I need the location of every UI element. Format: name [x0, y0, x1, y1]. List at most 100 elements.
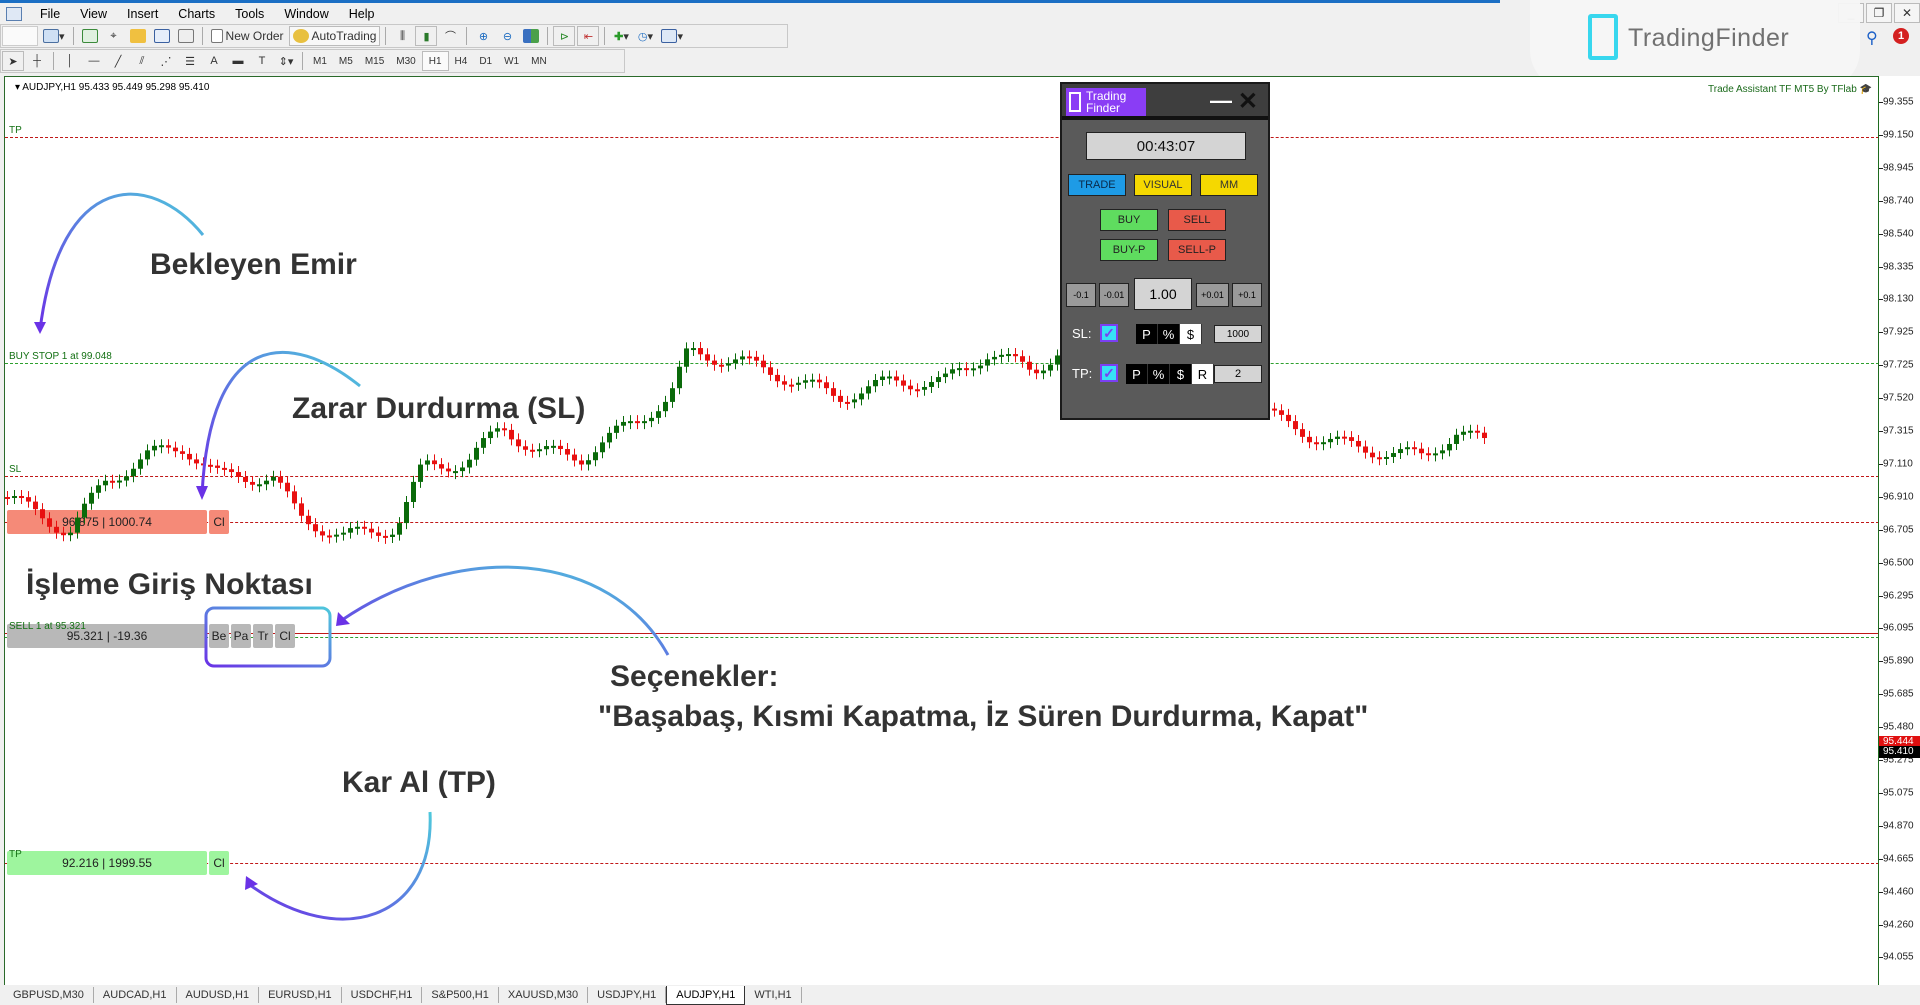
autotrading-button[interactable]: AutoTrading — [288, 26, 381, 46]
tp-mode-points[interactable]: P — [1126, 364, 1148, 384]
tab-visual[interactable]: VISUAL — [1134, 174, 1192, 196]
tf-MN[interactable]: MN — [525, 51, 553, 71]
tp-mode-dollar[interactable]: $ — [1170, 364, 1192, 384]
indicators-button[interactable]: ✚ ▾ — [610, 26, 632, 46]
lot-plus-0.1-button[interactable]: +0.1 — [1232, 283, 1262, 307]
templates-button[interactable]: ▾ — [658, 26, 686, 46]
tf-M15[interactable]: M15 — [359, 51, 390, 71]
sl-info-box[interactable]: 96.875 | 1000.74 — [7, 510, 207, 534]
strategy-tester-button[interactable] — [175, 26, 197, 46]
tp-mode-ratio[interactable]: R — [1192, 364, 1214, 384]
breakeven-button[interactable]: Be — [209, 624, 229, 648]
lot-minus-0.01-button[interactable]: -0.01 — [1099, 283, 1129, 307]
horizontal-line-tool[interactable]: — — [83, 51, 105, 71]
tp-target-line[interactable] — [5, 137, 1879, 138]
tp-info-box[interactable]: 92.216 | 1999.55 — [7, 851, 207, 875]
sl-mode-dollar[interactable]: $ — [1180, 324, 1202, 344]
bar-chart-button[interactable]: ⫼ — [391, 26, 413, 46]
buy-stop-line[interactable] — [5, 363, 1879, 364]
panel-close-button[interactable]: ✕ — [1238, 87, 1258, 116]
channel-tool[interactable]: ⫽ — [131, 51, 153, 71]
tp-mode-percent[interactable]: % — [1148, 364, 1170, 384]
symbol-tab[interactable]: AUDJPY,H1 — [666, 985, 746, 1005]
sl-mode-points[interactable]: P — [1136, 324, 1158, 344]
symbol-tab[interactable]: XAUUSD,M30 — [499, 987, 589, 1003]
tf-M30[interactable]: M30 — [390, 51, 421, 71]
menu-view[interactable]: View — [70, 7, 117, 21]
menu-file[interactable]: File — [30, 7, 70, 21]
tf-M5[interactable]: M5 — [333, 51, 359, 71]
crosshair-tool[interactable]: ┼ — [26, 51, 48, 71]
symbol-tab[interactable]: S&P500,H1 — [422, 987, 499, 1003]
tp-checkbox[interactable]: ✓ — [1100, 364, 1118, 382]
profile-selector[interactable] — [2, 26, 38, 46]
tf-M1[interactable]: M1 — [307, 51, 333, 71]
sell-button[interactable]: SELL — [1168, 209, 1226, 231]
sl-line[interactable] — [5, 522, 1879, 523]
sl-mode-percent[interactable]: % — [1158, 324, 1180, 344]
tile-windows-button[interactable] — [520, 26, 542, 46]
sl-checkbox[interactable]: ✓ — [1100, 324, 1118, 342]
market-watch-button[interactable] — [79, 26, 101, 46]
text-tool[interactable]: A — [203, 51, 225, 71]
line-chart-button[interactable]: ⌒ — [439, 26, 461, 46]
cursor-tool[interactable]: ➤ — [2, 51, 24, 71]
sell-pending-button[interactable]: SELL-P — [1168, 239, 1226, 261]
panel-header[interactable]: Trading Finder — ✕ — [1062, 84, 1268, 120]
tf-D1[interactable]: D1 — [473, 51, 498, 71]
menu-charts[interactable]: Charts — [168, 7, 225, 21]
zoom-in-button[interactable]: ⊕ — [472, 26, 494, 46]
notification-badge[interactable]: 1 — [1893, 28, 1909, 44]
fibo-retracement-tool[interactable]: ☰ — [179, 51, 201, 71]
periods-button[interactable]: ◷ ▾ — [634, 26, 656, 46]
new-chart-button[interactable]: ▾ — [40, 26, 68, 46]
tf-H1[interactable]: H1 — [421, 51, 449, 71]
fibo-fan-tool[interactable]: ⋰ — [155, 51, 177, 71]
trendline-tool[interactable]: ╱ — [107, 51, 129, 71]
partial-close-button[interactable]: Pa — [231, 624, 251, 648]
symbol-tab[interactable]: WTI,H1 — [745, 987, 802, 1003]
vertical-line-tool[interactable]: │ — [59, 51, 81, 71]
restore-button[interactable]: ❐ — [1866, 3, 1892, 23]
buy-button[interactable]: BUY — [1100, 209, 1158, 231]
tab-trade[interactable]: TRADE — [1068, 174, 1126, 196]
price-axis[interactable]: 99.355 99.150 98.945 98.740 98.540 98.335 98.1… — [1878, 76, 1920, 986]
tf-W1[interactable]: W1 — [498, 51, 525, 71]
symbol-tab[interactable]: USDCHF,H1 — [342, 987, 423, 1003]
lot-size-input[interactable]: 1.00 — [1134, 278, 1192, 310]
rectangle-tool[interactable]: ▬ — [227, 51, 249, 71]
terminal-button[interactable] — [151, 26, 173, 46]
menu-help[interactable]: Help — [339, 7, 385, 21]
symbol-tab[interactable]: AUDUSD,H1 — [177, 987, 260, 1003]
lot-plus-0.01-button[interactable]: +0.01 — [1196, 283, 1229, 307]
arrows-tool[interactable]: ⇕ ▾ — [275, 51, 297, 71]
close-button[interactable]: ✕ — [1894, 3, 1920, 23]
menu-tools[interactable]: Tools — [225, 7, 274, 21]
tf-H4[interactable]: H4 — [449, 51, 474, 71]
buy-pending-button[interactable]: BUY-P — [1100, 239, 1158, 261]
panel-minimize-button[interactable]: — — [1210, 88, 1232, 114]
tp-value-input[interactable]: 2 — [1214, 365, 1262, 383]
autoscroll-button[interactable]: ⊳ — [553, 26, 576, 46]
text-label-tool[interactable]: T — [251, 51, 273, 71]
data-window-button[interactable]: ⌖ — [103, 26, 125, 46]
tp-close-button[interactable]: Cl — [209, 851, 229, 875]
lot-minus-0.1-button[interactable]: -0.1 — [1066, 283, 1096, 307]
search-icon[interactable]: ⚲ — [1866, 28, 1878, 48]
zoom-out-button[interactable]: ⊖ — [496, 26, 518, 46]
symbol-tab[interactable]: AUDCAD,H1 — [94, 987, 177, 1003]
sl-close-button[interactable]: Cl — [209, 510, 229, 534]
sl-value-input[interactable]: 1000 — [1214, 325, 1262, 343]
chart-window[interactable]: ▾ AUDJPY,H1 95.433 95.449 95.298 95.410 … — [4, 76, 1879, 986]
tp-line[interactable] — [5, 863, 1879, 864]
new-order-button[interactable]: New Order — [208, 26, 287, 46]
symbol-tab[interactable]: GBPUSD,M30 — [4, 987, 94, 1003]
symbol-tab[interactable]: USDJPY,H1 — [588, 987, 667, 1003]
navigator-button[interactable] — [127, 26, 149, 46]
trailing-stop-button[interactable]: Tr — [253, 624, 273, 648]
tab-mm[interactable]: MM — [1200, 174, 1258, 196]
pending-sl-line[interactable] — [5, 476, 1879, 477]
chart-shift-button[interactable]: ⇤ — [577, 26, 600, 46]
symbol-tab[interactable]: EURUSD,H1 — [259, 987, 342, 1003]
close-position-button[interactable]: Cl — [275, 624, 295, 648]
